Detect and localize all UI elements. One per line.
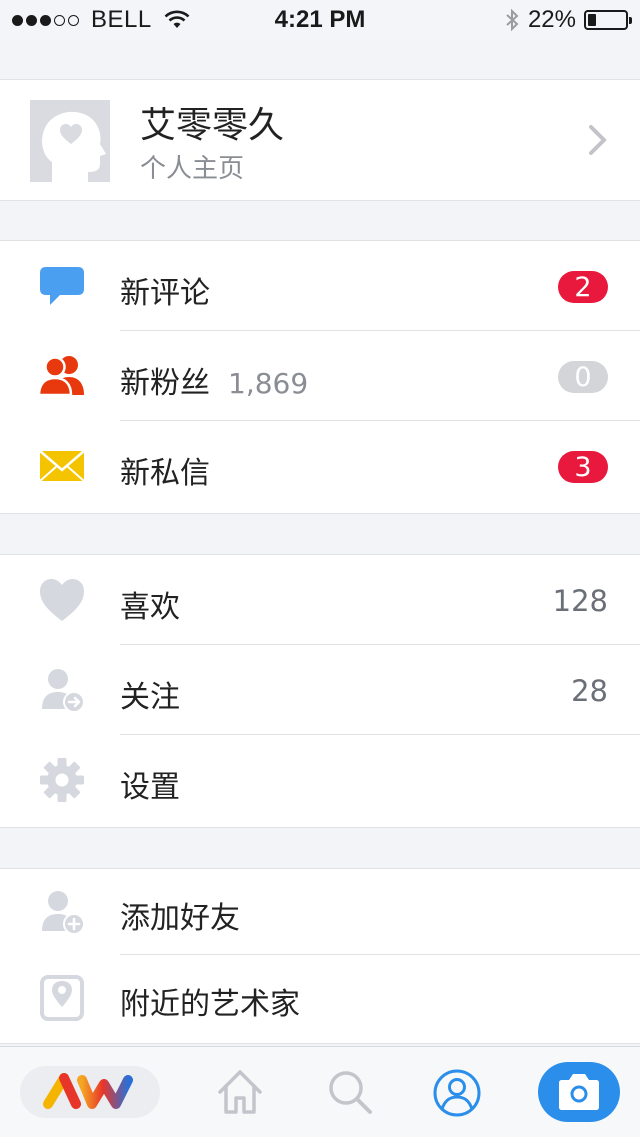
- camera-button[interactable]: [538, 1062, 620, 1122]
- user-add-icon: [42, 891, 85, 935]
- item-label-text: 新粉丝: [120, 366, 210, 401]
- users-icon: [38, 356, 84, 397]
- profile-icon[interactable]: [432, 1068, 482, 1118]
- item-label: 喜欢: [120, 590, 180, 625]
- status-right: 22%: [504, 6, 632, 34]
- home-icon[interactable]: [216, 1068, 264, 1116]
- gear-icon: [40, 758, 84, 802]
- profile-section: 艾零零久 个人主页: [0, 79, 640, 201]
- list-item-following[interactable]: 关注 28: [0, 645, 640, 735]
- likes-count: 128: [552, 584, 608, 618]
- list-item-add-friends[interactable]: 添加好友: [0, 869, 640, 955]
- bluetooth-icon: [506, 8, 519, 32]
- account-section: 喜欢 128 关注 28 设置: [0, 554, 640, 828]
- avatar: [30, 100, 110, 182]
- list-item-settings[interactable]: 设置: [0, 735, 640, 825]
- item-label: 新评论: [120, 276, 210, 311]
- profile-subtitle: 个人主页: [140, 154, 245, 184]
- chevron-right-icon: [589, 125, 607, 155]
- status-bar: BELL 4:21 PM 22%: [0, 0, 640, 40]
- chat-bubble-icon: [40, 267, 84, 305]
- item-label: 新私信: [120, 456, 210, 491]
- list-item-likes[interactable]: 喜欢 128: [0, 555, 640, 645]
- following-count: 28: [571, 674, 608, 708]
- unread-badge: 0: [558, 361, 608, 393]
- user-follow-icon: [42, 669, 85, 713]
- list-item-new-comments[interactable]: 新评论 2: [0, 241, 640, 331]
- item-label: 关注: [120, 680, 180, 715]
- tab-bar: [0, 1046, 640, 1137]
- fans-count: 1,869: [228, 367, 309, 400]
- unread-badge: 3: [558, 451, 608, 483]
- camera-icon: [559, 1074, 599, 1110]
- head-heart-icon: [42, 111, 106, 182]
- item-label: 新粉丝 1,869: [120, 358, 308, 402]
- envelope-icon: [39, 450, 85, 482]
- logo-aw-icon: [43, 1073, 133, 1109]
- item-label: 添加好友: [120, 901, 240, 936]
- profile-name: 艾零零久: [140, 105, 285, 146]
- item-label: 设置: [120, 770, 180, 805]
- map-pin-icon: [40, 975, 84, 1021]
- notifications-section: 新评论 2 新粉丝 1,869 0 新私信 3: [0, 240, 640, 514]
- search-icon[interactable]: [326, 1068, 374, 1116]
- battery-percent: 22%: [527, 6, 576, 33]
- item-label: 附近的艺术家: [120, 987, 300, 1022]
- discover-section: 添加好友 附近的艺术家: [0, 868, 640, 1044]
- tab-logo[interactable]: [20, 1066, 160, 1118]
- unread-badge: 2: [558, 271, 608, 303]
- list-item-new-messages[interactable]: 新私信 3: [0, 421, 640, 511]
- battery-icon: [584, 10, 632, 30]
- profile-row[interactable]: 艾零零久 个人主页: [0, 80, 640, 200]
- list-item-nearby-artists[interactable]: 附近的艺术家: [0, 955, 640, 1043]
- list-item-new-fans[interactable]: 新粉丝 1,869 0: [0, 331, 640, 421]
- heart-icon: [40, 579, 84, 621]
